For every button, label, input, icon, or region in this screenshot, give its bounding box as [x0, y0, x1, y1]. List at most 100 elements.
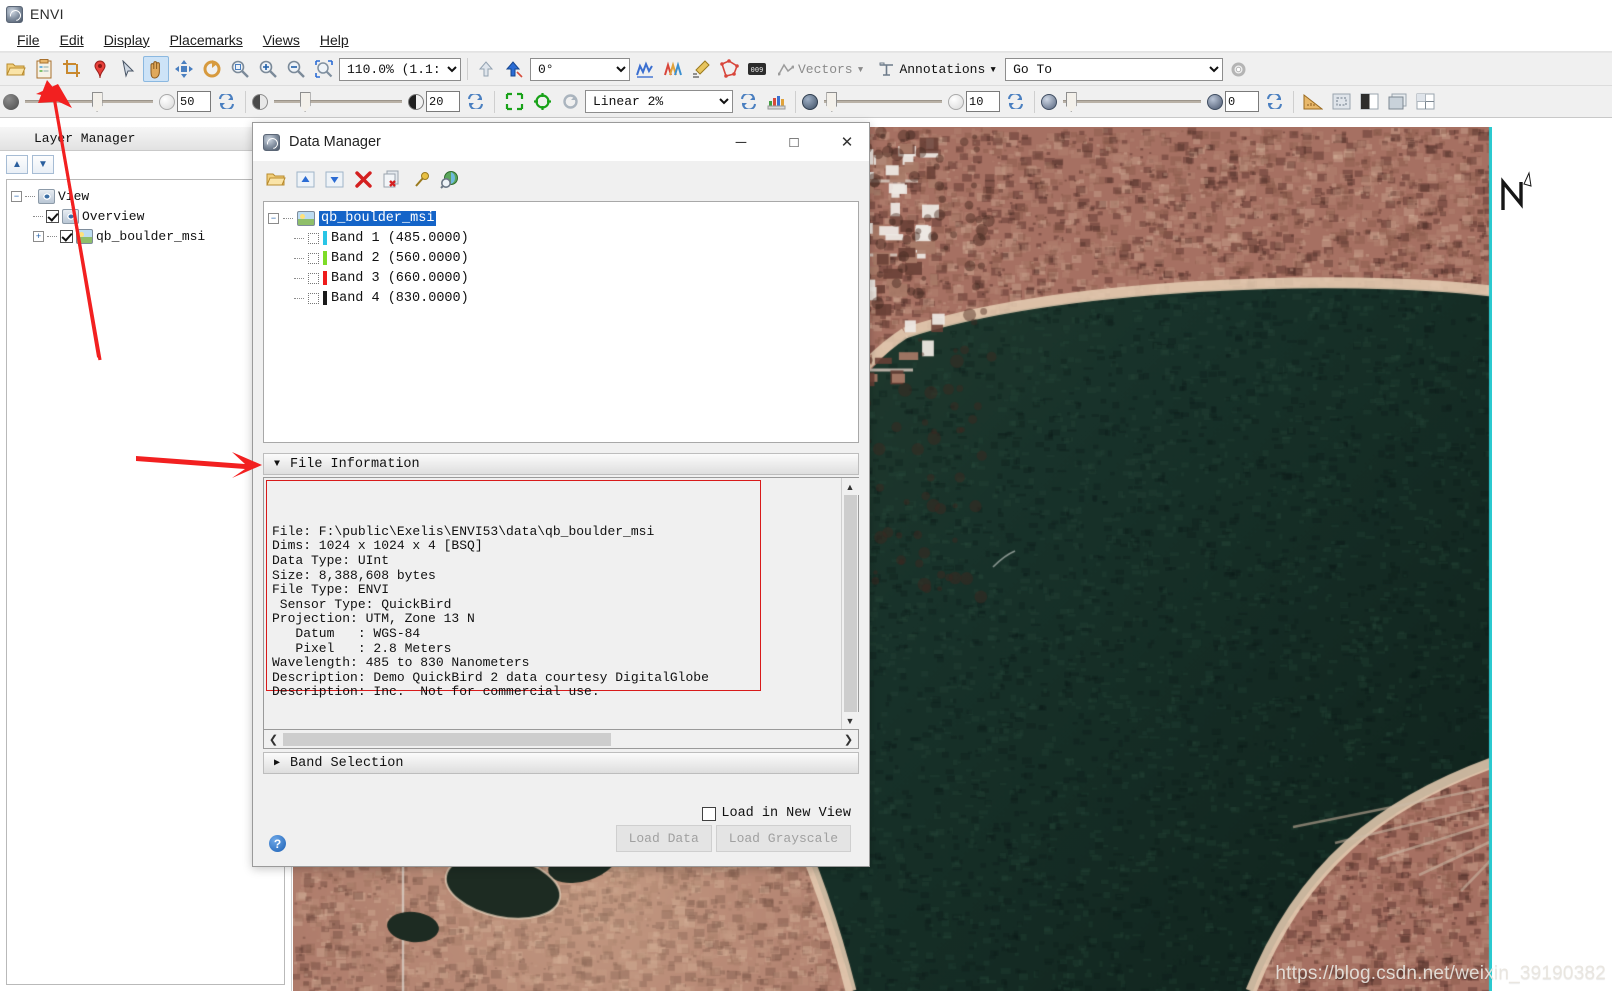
stretch-on-data-icon[interactable] [529, 89, 555, 115]
zoom-in-icon[interactable] [255, 56, 281, 82]
view-metadata-icon[interactable] [439, 168, 461, 190]
data-manager-titlebar[interactable]: Data Manager ─ □ ✕ [253, 123, 869, 161]
gear-preferences-icon[interactable] [1225, 56, 1251, 82]
transparency-value-input[interactable] [1225, 91, 1259, 112]
tree-band-row[interactable]: Band 4 (830.0000) [268, 288, 854, 308]
band-checkbox[interactable] [308, 272, 319, 284]
zoom-level-combo[interactable]: 110.0% (1.1:: [339, 57, 461, 81]
pin-icon[interactable] [410, 168, 432, 190]
band-checkbox[interactable] [308, 292, 319, 304]
scroll-up-icon[interactable]: ▲ [841, 478, 859, 495]
band-checkbox[interactable] [308, 232, 319, 244]
maximize-button[interactable]: □ [772, 123, 816, 161]
layer-move-down-button[interactable]: ▼ [32, 154, 54, 174]
layer-visibility-checkbox[interactable] [60, 229, 73, 243]
open-file-icon[interactable] [3, 56, 29, 82]
zoom-to-selection-icon[interactable] [311, 56, 337, 82]
menu-views[interactable]: Views [254, 30, 309, 50]
scroll-down-icon[interactable]: ▼ [841, 712, 859, 729]
contrast-reset-icon[interactable] [462, 89, 488, 115]
zoom-to-fit-icon[interactable] [227, 56, 253, 82]
measure-tool-icon[interactable] [1300, 89, 1326, 115]
tree-band-row[interactable]: Band 2 (560.0000) [268, 248, 854, 268]
vectors-menu-button[interactable]: Vectors ▾ [772, 60, 870, 79]
brightness-reset-icon[interactable] [213, 89, 239, 115]
menu-placemarks[interactable]: Placemarks [161, 30, 252, 50]
transparency-slider[interactable] [1059, 92, 1205, 112]
close-all-files-icon[interactable] [381, 168, 403, 190]
tree-band-row[interactable]: Band 1 (485.0000) [268, 228, 854, 248]
rotate-icon[interactable] [199, 56, 225, 82]
brightness-slider[interactable] [21, 92, 157, 112]
sharpen-value-input[interactable] [966, 91, 1000, 112]
cursor-value-icon[interactable]: 009 [744, 56, 770, 82]
data-manager-icon[interactable] [31, 56, 57, 82]
contrast-value-input[interactable] [426, 91, 460, 112]
layer-visibility-checkbox[interactable] [46, 209, 59, 223]
menu-help[interactable]: Help [311, 30, 358, 50]
load-in-new-view-checkbox[interactable] [702, 806, 717, 821]
blend-icon[interactable] [1356, 89, 1382, 115]
file-information-horizontal-scrollbar[interactable]: ❮ ❯ [263, 730, 859, 749]
expand-expander-icon[interactable]: + [33, 230, 44, 242]
layer-tree-item-raster[interactable]: + qb_boulder_msi [11, 226, 280, 246]
data-manager-dialog[interactable]: Data Manager ─ □ ✕ − qb_boulder_msi Band… [252, 122, 870, 867]
file-information-header[interactable]: ▼ File Information [263, 453, 859, 475]
scroll-thumb[interactable] [283, 732, 612, 746]
geo-link-icon[interactable] [502, 56, 528, 82]
collapse-expander-icon[interactable]: − [268, 212, 279, 224]
flicker-icon[interactable] [1384, 89, 1410, 115]
pan-hand-icon[interactable] [143, 56, 169, 82]
stretch-on-view-icon[interactable] [501, 89, 527, 115]
annotations-menu-button[interactable]: Annotations ▾ [872, 60, 1003, 79]
placemark-pin-icon[interactable] [87, 56, 113, 82]
portal-icon[interactable] [1328, 89, 1354, 115]
move-down-icon[interactable] [323, 168, 345, 190]
band-selection-header[interactable]: ▶ Band Selection [263, 752, 859, 774]
move-up-icon[interactable] [294, 168, 316, 190]
close-button[interactable]: ✕ [825, 123, 869, 161]
menu-edit[interactable]: Edit [51, 30, 93, 50]
layer-tree[interactable]: − View Overview + qb_boulder_msi [6, 179, 285, 985]
data-manager-file-tree[interactable]: − qb_boulder_msi Band 1 (485.0000) Band … [263, 201, 859, 443]
menu-display[interactable]: Display [95, 30, 159, 50]
open-file-icon[interactable] [265, 168, 287, 190]
scroll-thumb[interactable] [843, 495, 857, 712]
pixel-editor-icon[interactable] [688, 56, 714, 82]
go-up-level-icon[interactable] [474, 56, 500, 82]
tree-band-row[interactable]: Band 3 (660.0000) [268, 268, 854, 288]
menu-file[interactable]: File [8, 30, 49, 50]
layer-tree-item-overview[interactable]: Overview [11, 206, 280, 226]
region-of-interest-icon[interactable] [716, 56, 742, 82]
file-information-vertical-scrollbar[interactable]: ▲ ▼ [841, 478, 859, 729]
layer-move-up-button[interactable]: ▲ [6, 154, 28, 174]
histogram-icon[interactable] [763, 89, 789, 115]
stretch-reset-icon[interactable] [735, 89, 761, 115]
fly-icon[interactable] [171, 56, 197, 82]
swipe-icon[interactable] [1412, 89, 1438, 115]
layer-tree-item-view[interactable]: − View [11, 186, 280, 206]
go-to-combo[interactable]: Go To [1005, 57, 1224, 81]
minimize-button[interactable]: ─ [719, 123, 763, 161]
stretch-type-combo[interactable]: Linear 2% [585, 90, 733, 113]
rotation-combo[interactable]: 0° [530, 57, 630, 81]
refresh-stretch-icon[interactable] [557, 89, 583, 115]
crop-icon[interactable] [59, 56, 85, 82]
collapse-expander-icon[interactable]: − [11, 190, 22, 202]
zoom-out-icon[interactable] [283, 56, 309, 82]
scroll-left-icon[interactable]: ❮ [264, 731, 283, 748]
spectral-profile-icon[interactable] [632, 56, 658, 82]
help-icon[interactable]: ? [269, 835, 286, 852]
load-data-button[interactable]: Load Data [615, 825, 712, 852]
sharpen-reset-icon[interactable] [1002, 89, 1028, 115]
tree-root-file[interactable]: − qb_boulder_msi [268, 208, 854, 228]
select-arrow-icon[interactable] [115, 56, 141, 82]
transparency-reset-icon[interactable] [1261, 89, 1287, 115]
multi-spectral-profile-icon[interactable] [660, 56, 686, 82]
brightness-value-input[interactable] [177, 91, 211, 112]
contrast-slider[interactable] [270, 92, 406, 112]
load-in-new-view-checkbox-row[interactable]: Load in New View [702, 806, 851, 821]
sharpen-slider[interactable] [820, 92, 946, 112]
scroll-right-icon[interactable]: ❯ [839, 731, 858, 748]
load-grayscale-button[interactable]: Load Grayscale [715, 825, 851, 852]
